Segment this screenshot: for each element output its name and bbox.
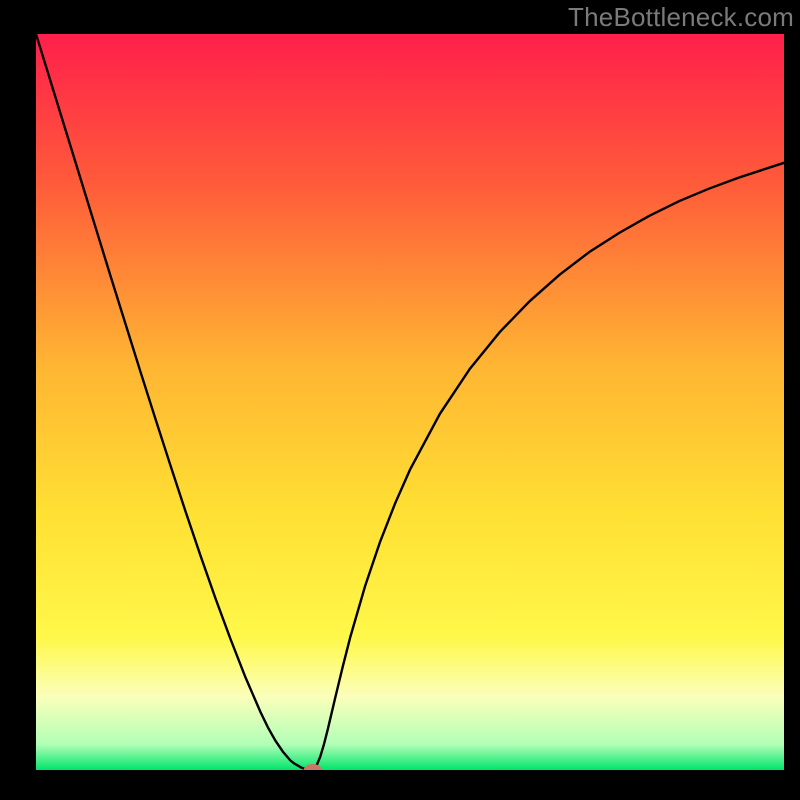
gradient-background [36, 34, 784, 770]
watermark-text: TheBottleneck.com [568, 2, 794, 33]
chart-frame: TheBottleneck.com [0, 0, 800, 800]
bottleneck-chart [36, 34, 784, 770]
